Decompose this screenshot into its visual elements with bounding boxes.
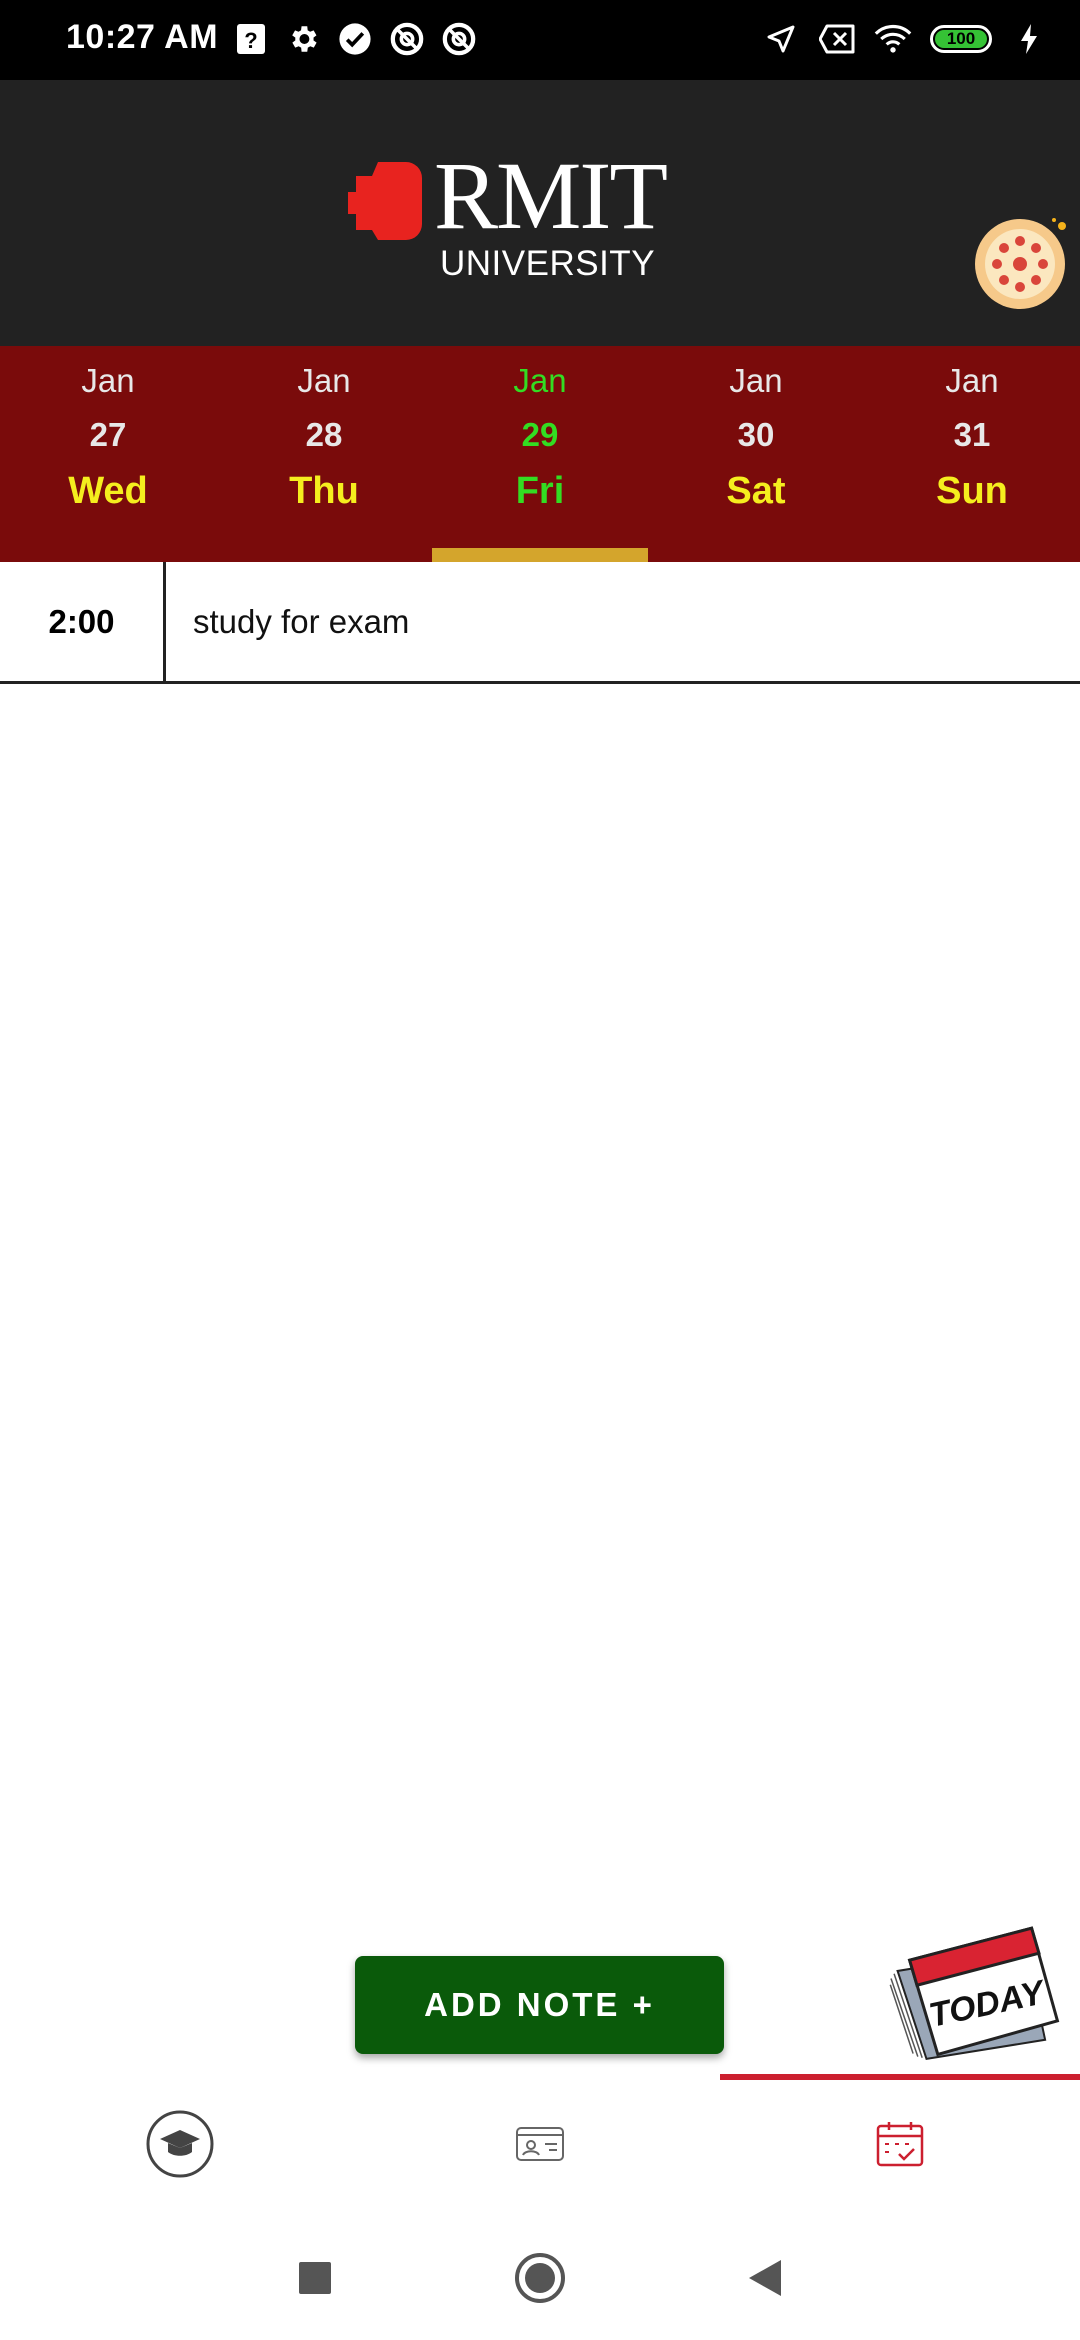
date-month: Jan xyxy=(513,362,567,399)
nav-item-calendar[interactable] xyxy=(720,2080,1080,2208)
date-number: 27 xyxy=(89,416,127,453)
date-month: Jan xyxy=(945,362,999,399)
date-item-thu[interactable]: Jan 28 Thu xyxy=(216,346,432,562)
battery-icon: 100 xyxy=(930,25,992,53)
blocked-circle-icon xyxy=(388,20,426,58)
back-triangle-icon xyxy=(749,2260,781,2296)
id-card-icon xyxy=(516,2127,564,2161)
date-weekday: Fri xyxy=(515,470,565,512)
date-month: Jan xyxy=(297,362,351,399)
date-month: Jan xyxy=(729,362,783,399)
date-month: Jan xyxy=(81,362,135,399)
date-weekday: Sun xyxy=(936,470,1008,512)
add-note-button[interactable]: ADD NOTE + xyxy=(355,1956,724,2054)
charging-bolt-icon xyxy=(1010,20,1048,58)
date-item-sat[interactable]: Jan 30 Sat xyxy=(648,346,864,562)
battery-level: 100 xyxy=(935,29,987,48)
nav-item-courses[interactable] xyxy=(0,2080,360,2208)
date-item-sun[interactable]: Jan 31 Sun xyxy=(864,346,1080,562)
nav-item-id-card[interactable] xyxy=(360,2080,720,2208)
help-box-icon: ? xyxy=(232,20,270,58)
date-weekday: Sat xyxy=(726,470,786,512)
rmit-logo: RMIT UNIVERSITY xyxy=(348,146,668,283)
selected-date-indicator xyxy=(432,548,648,562)
status-bar: 10:27 AM ? 100 xyxy=(0,0,1080,80)
recents-button[interactable] xyxy=(285,2248,345,2308)
status-time: 10:27 AM xyxy=(66,18,219,56)
date-number: 30 xyxy=(737,416,775,453)
gear-icon xyxy=(284,20,322,58)
graduation-cap-icon xyxy=(146,2110,214,2178)
logo-word: RMIT xyxy=(434,142,668,249)
note-time: 2:00 xyxy=(0,562,166,681)
today-calendar-button[interactable]: TODAY xyxy=(884,1918,1060,2070)
home-button[interactable] xyxy=(510,2248,570,2308)
date-selector: Jan 27 Wed Jan 28 Thu Jan 29 Fri Jan 30 … xyxy=(0,346,1080,562)
calendar-check-icon xyxy=(876,2122,924,2167)
back-button[interactable] xyxy=(735,2248,795,2308)
date-item-fri[interactable]: Jan 29 Fri xyxy=(432,346,648,562)
square-icon xyxy=(299,2262,331,2294)
wifi-icon xyxy=(874,20,912,58)
date-number: 31 xyxy=(953,416,991,453)
note-row[interactable]: 2:00 study for exam xyxy=(0,562,1080,684)
svg-text:?: ? xyxy=(244,28,257,53)
check-circle-icon xyxy=(336,20,374,58)
app-header: RMIT UNIVERSITY xyxy=(0,80,1080,346)
date-weekday: Wed xyxy=(68,470,148,512)
rmit-logo-mark-icon xyxy=(348,162,422,240)
date-item-wed[interactable]: Jan 27 Wed xyxy=(0,346,216,562)
sim-off-icon xyxy=(818,20,856,58)
pizza-icon[interactable] xyxy=(970,214,1070,314)
blocked-circle-icon xyxy=(440,20,478,58)
date-number: 29 xyxy=(521,416,559,453)
note-text: study for exam xyxy=(193,602,410,640)
logo-subtitle: UNIVERSITY xyxy=(440,244,656,283)
date-number: 28 xyxy=(305,416,343,453)
location-arrow-icon xyxy=(762,20,800,58)
date-weekday: Thu xyxy=(289,470,359,512)
circle-icon xyxy=(515,2253,565,2303)
